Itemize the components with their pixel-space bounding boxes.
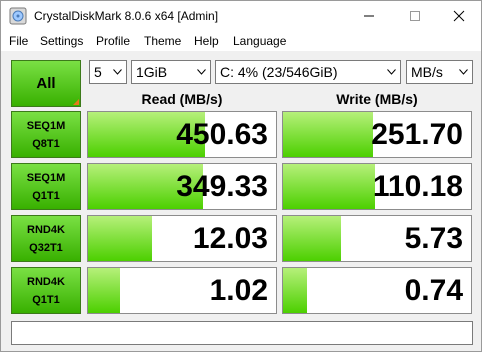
write-result-value: 110.18 <box>372 170 463 203</box>
read-result-cell: 450.63 <box>87 111 277 158</box>
main-panel: All 5 1GiB C: 4% (23/546GiB) MB/s Read (… <box>1 51 481 351</box>
maximize-button[interactable] <box>393 1 437 31</box>
write-header: Write (MB/s) <box>336 91 418 107</box>
chevron-down-icon <box>193 61 210 83</box>
menu-bar: File Settings Profile Theme Help Languag… <box>1 31 481 51</box>
menu-profile[interactable]: Profile <box>96 34 130 48</box>
comment-input[interactable] <box>11 321 473 345</box>
read-result-cell: 12.03 <box>87 215 277 262</box>
test-button-rnd4k-q32t1[interactable]: RND4K Q32T1 <box>11 215 81 262</box>
read-result-value: 12.03 <box>192 222 268 255</box>
read-result-cell: 349.33 <box>87 163 277 210</box>
all-button-label: All <box>36 75 56 92</box>
chevron-down-icon <box>383 61 400 83</box>
test-params: Q1T1 <box>32 189 60 202</box>
menu-theme[interactable]: Theme <box>144 34 181 48</box>
minimize-button[interactable] <box>347 1 391 31</box>
test-button-seq1m-q8t1[interactable]: SEQ1M Q8T1 <box>11 111 81 158</box>
chevron-down-icon <box>455 61 472 83</box>
unit-select[interactable]: MB/s <box>406 60 473 84</box>
test-button-rnd4k-q1t1[interactable]: RND4K Q1T1 <box>11 267 81 314</box>
title-bar: CrystalDiskMark 8.0.6 x64 [Admin] <box>1 1 481 31</box>
write-result-cell: 5.73 <box>282 215 472 262</box>
test-name: SEQ1M <box>26 171 66 184</box>
read-result-bar <box>88 268 120 313</box>
write-result-value: 0.74 <box>404 274 463 307</box>
menu-settings[interactable]: Settings <box>40 34 83 48</box>
write-result-bar <box>283 268 308 313</box>
write-result-cell: 251.70 <box>282 111 472 158</box>
read-result-cell: 1.02 <box>87 267 277 314</box>
app-icon <box>9 7 27 25</box>
menu-help[interactable]: Help <box>194 34 219 48</box>
test-name: RND4K <box>27 223 65 236</box>
test-name: RND4K <box>27 275 65 288</box>
app-window: CrystalDiskMark 8.0.6 x64 [Admin] File S… <box>0 0 482 352</box>
read-result-bar <box>88 216 152 261</box>
drive-select[interactable]: C: 4% (23/546GiB) <box>215 60 401 84</box>
window-title: CrystalDiskMark 8.0.6 x64 [Admin] <box>34 9 219 23</box>
test-size-value: 1GiB <box>136 64 168 80</box>
write-result-cell: 0.74 <box>282 267 472 314</box>
unit-value: MB/s <box>411 64 443 80</box>
write-result-value: 5.73 <box>404 222 463 255</box>
all-button[interactable]: All <box>11 60 81 107</box>
test-count-value: 5 <box>94 64 102 80</box>
test-button-seq1m-q1t1[interactable]: SEQ1M Q1T1 <box>11 163 81 210</box>
corner-marker <box>73 99 79 105</box>
menu-language[interactable]: Language <box>233 34 286 48</box>
maximize-icon <box>410 11 420 21</box>
close-button[interactable] <box>437 1 481 31</box>
read-result-value: 450.63 <box>176 118 268 151</box>
read-result-value: 1.02 <box>209 274 268 307</box>
test-params: Q32T1 <box>29 241 63 254</box>
test-params: Q1T1 <box>32 293 60 306</box>
minimize-icon <box>364 15 374 17</box>
test-params: Q8T1 <box>32 137 60 150</box>
close-icon <box>453 10 465 22</box>
write-result-value: 251.70 <box>371 118 463 151</box>
chevron-down-icon <box>109 61 126 83</box>
write-result-bar <box>283 164 376 209</box>
read-result-value: 349.33 <box>176 170 268 203</box>
write-result-cell: 110.18 <box>282 163 472 210</box>
write-result-bar <box>283 216 342 261</box>
write-result-bar <box>283 112 374 157</box>
menu-file[interactable]: File <box>9 34 28 48</box>
drive-value: C: 4% (23/546GiB) <box>220 64 338 80</box>
read-header: Read (MB/s) <box>141 91 223 107</box>
test-name: SEQ1M <box>26 119 66 132</box>
test-count-select[interactable]: 5 <box>89 60 127 84</box>
test-size-select[interactable]: 1GiB <box>131 60 211 84</box>
